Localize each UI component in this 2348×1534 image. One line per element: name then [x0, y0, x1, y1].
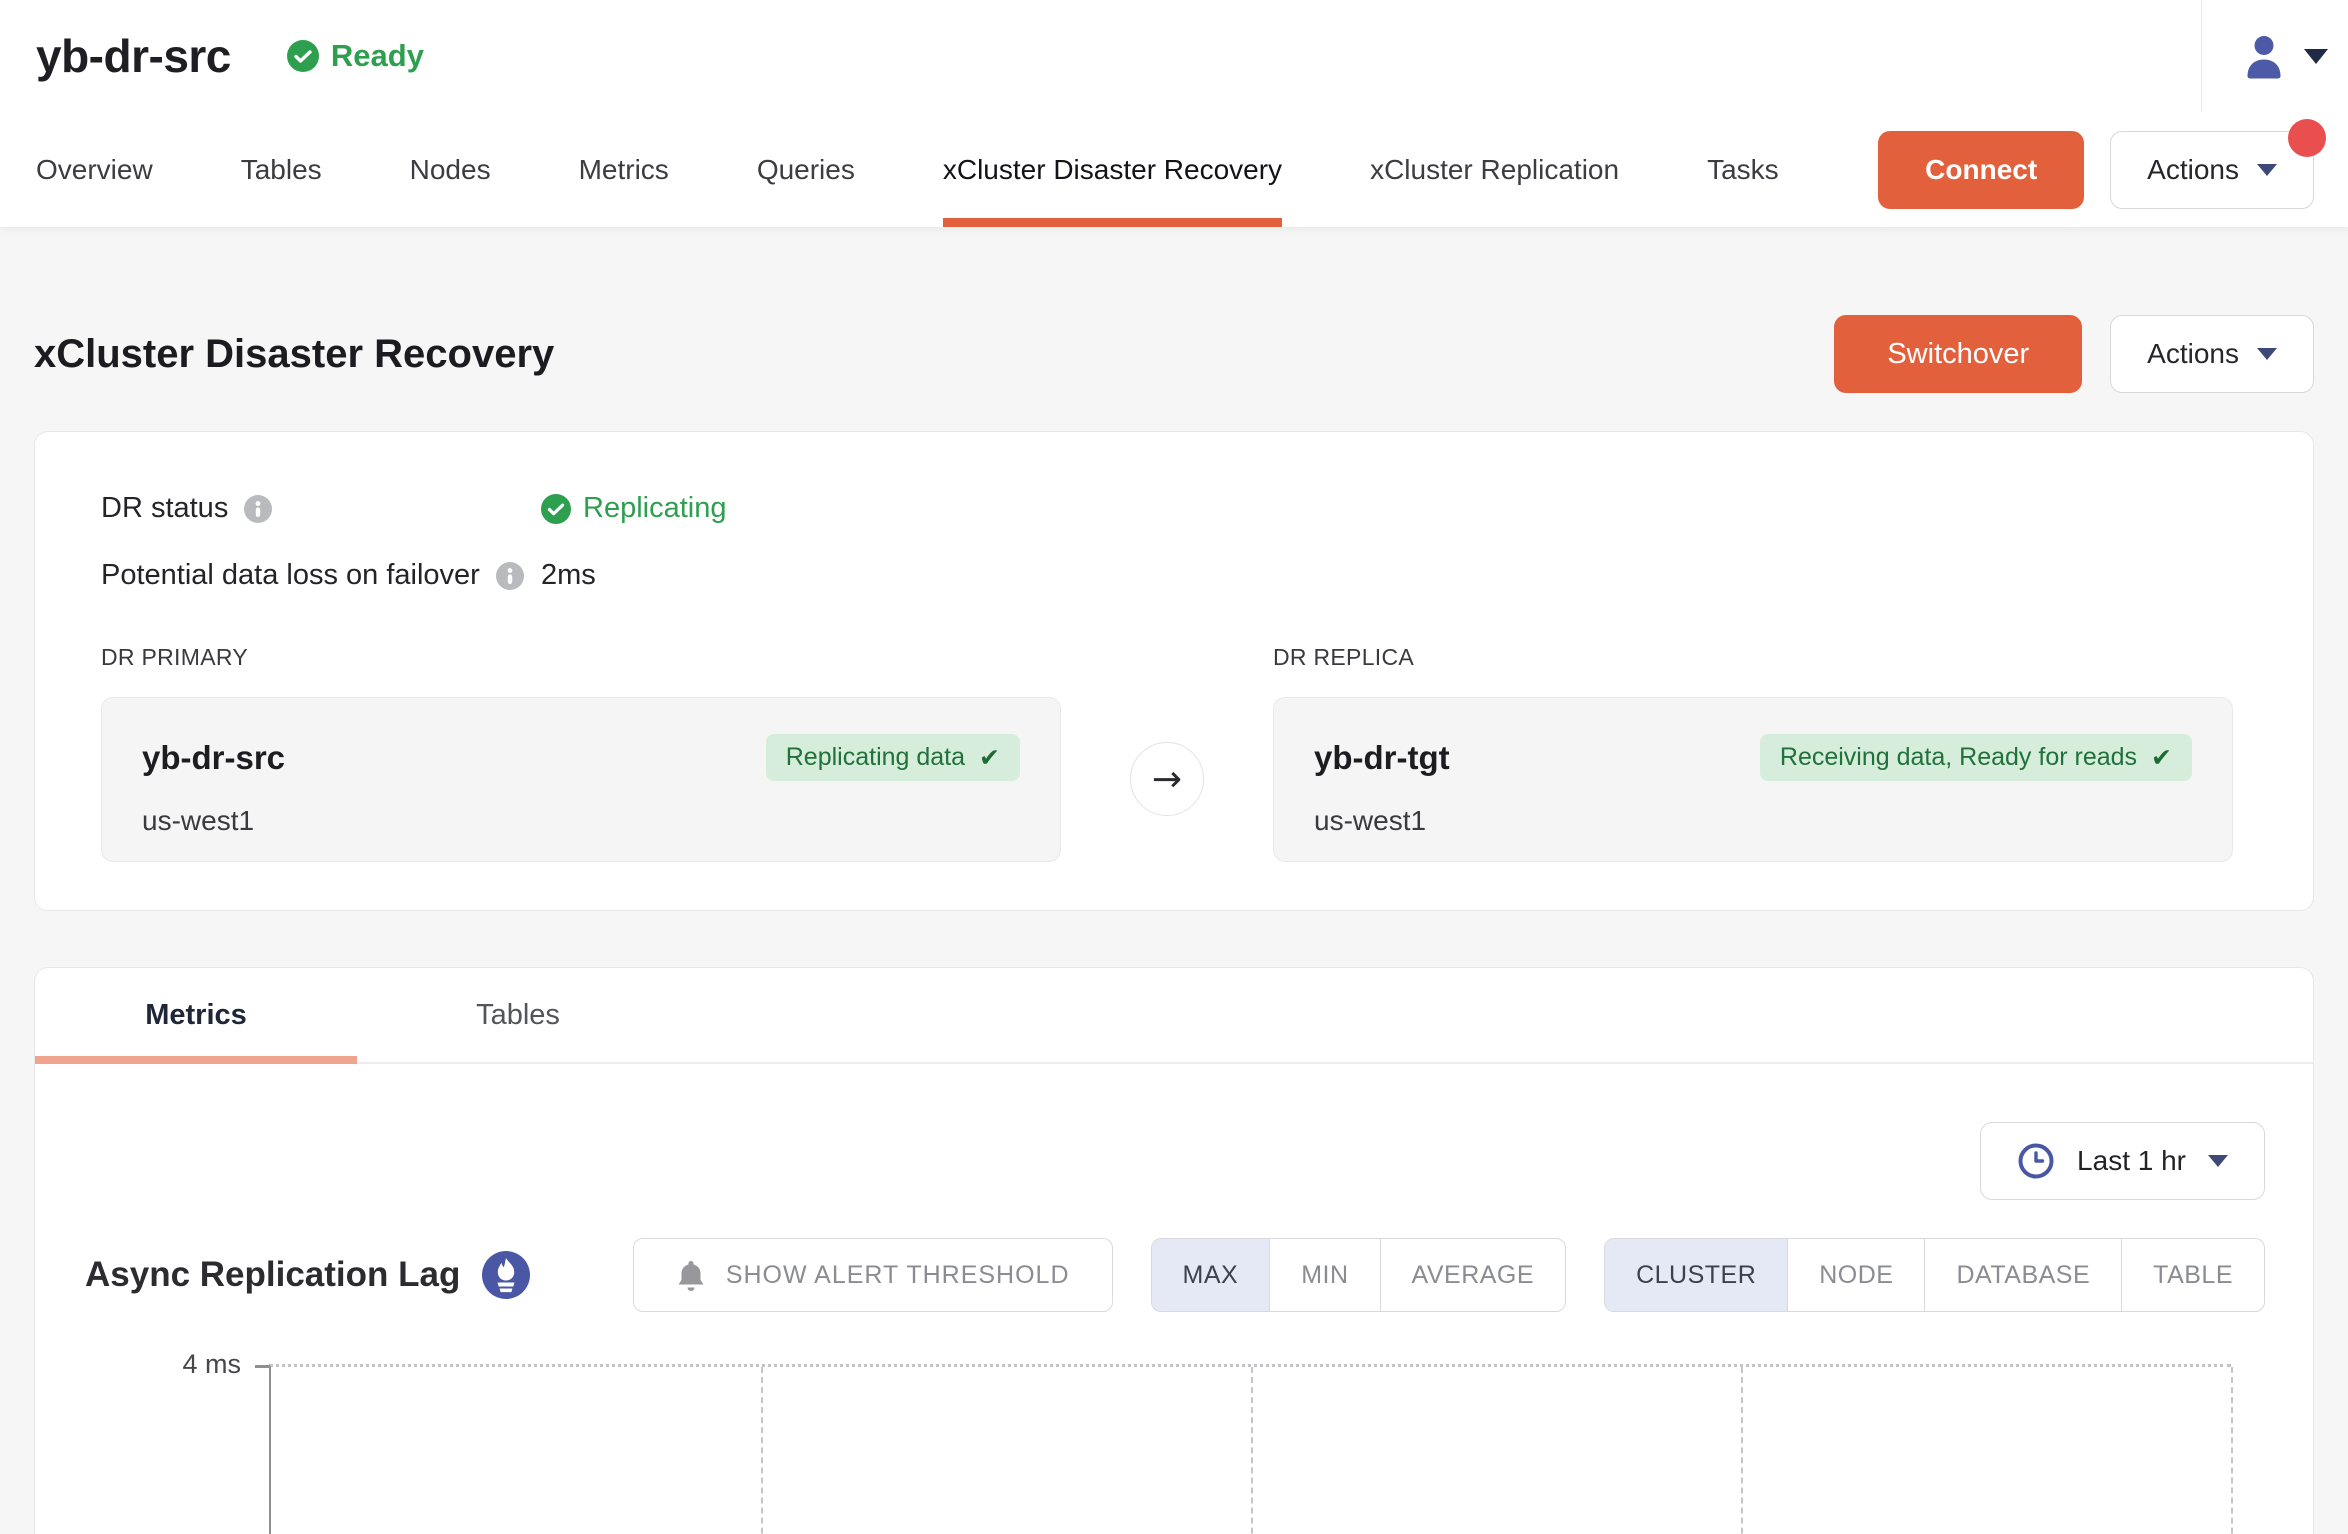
caret-down-icon [2257, 164, 2277, 176]
vertical-gridline [1741, 1367, 1743, 1534]
replication-lag-chart: 4 ms [269, 1364, 2231, 1534]
chart-header-row: Async Replication Lag SHOW ALERT THRESHO… [35, 1238, 2313, 1312]
show-alert-threshold-label: SHOW ALERT THRESHOLD [726, 1261, 1070, 1290]
nav-tab-nodes[interactable]: Nodes [410, 112, 491, 227]
aggregation-toggle-group: MAX MIN AVERAGE [1151, 1238, 1567, 1312]
vertical-gridline [761, 1367, 763, 1534]
dr-primary-status-text: Replicating data [786, 743, 965, 772]
nav-tab-metrics[interactable]: Metrics [579, 112, 669, 227]
nav-tab-xcluster-replication[interactable]: xCluster Replication [1370, 112, 1619, 227]
time-range-row: Last 1 hr [35, 1122, 2313, 1200]
aggregation-max[interactable]: MAX [1152, 1239, 1270, 1311]
user-avatar-icon [2240, 32, 2288, 80]
dr-status-card: DR status Replicating Potential data los… [34, 431, 2314, 911]
universe-actions-label: Actions [2147, 154, 2239, 186]
universe-status-label: Ready [331, 38, 424, 74]
data-loss-value: 2ms [541, 559, 596, 592]
nav-tab-overview[interactable]: Overview [36, 112, 153, 227]
y-axis-tick-mark [255, 1365, 269, 1368]
user-menu[interactable] [2201, 0, 2348, 112]
bell-icon [676, 1259, 706, 1291]
metrics-card: Metrics Tables Last 1 hr Async Replicati… [34, 967, 2314, 1534]
dr-replica-region: us-west1 [1314, 805, 2192, 837]
scope-database[interactable]: DATABASE [1924, 1239, 2121, 1311]
universe-status-badge: Ready [287, 38, 424, 74]
time-range-dropdown[interactable]: Last 1 hr [1980, 1122, 2265, 1200]
scope-cluster[interactable]: CLUSTER [1605, 1239, 1787, 1311]
page-heading-row: xCluster Disaster Recovery Switchover Ac… [34, 315, 2314, 393]
dr-actions-button[interactable]: Actions [2110, 315, 2314, 393]
tab-metrics[interactable]: Metrics [35, 968, 357, 1062]
page-title: xCluster Disaster Recovery [34, 332, 554, 377]
dr-replica-card: yb-dr-tgt Receiving data, Ready for read… [1273, 697, 2233, 862]
scope-toggle-group: CLUSTER NODE DATABASE TABLE [1604, 1238, 2265, 1312]
scope-node[interactable]: NODE [1787, 1239, 1924, 1311]
check-icon: ✔ [979, 743, 1000, 772]
time-range-label: Last 1 hr [2077, 1145, 2186, 1177]
info-icon[interactable] [496, 562, 524, 590]
y-axis-top-tick-label: 4 ms [81, 1349, 241, 1380]
dr-primary-status-pill: Replicating data ✔ [766, 734, 1020, 781]
dr-replica-status-pill: Receiving data, Ready for reads ✔ [1760, 734, 2192, 781]
dr-status-label: DR status [101, 492, 228, 525]
nav-action-buttons: Connect Actions [1878, 131, 2314, 209]
arrow-right-icon: → [1130, 742, 1204, 816]
clock-icon [2017, 1142, 2055, 1180]
dr-primary-region: us-west1 [142, 805, 1020, 837]
show-alert-threshold-button[interactable]: SHOW ALERT THRESHOLD [633, 1238, 1113, 1312]
dr-actions-label: Actions [2147, 338, 2239, 370]
nav-tab-xcluster-disaster-recovery[interactable]: xCluster Disaster Recovery [943, 112, 1282, 227]
caret-down-icon [2257, 348, 2277, 360]
dr-status-row: DR status Replicating [101, 492, 2233, 525]
top-bar: yb-dr-src Ready Overview Tables Nodes Me… [0, 0, 2348, 227]
data-loss-row: Potential data loss on failover 2ms [101, 559, 2233, 592]
nav-tab-tables[interactable]: Tables [241, 112, 322, 227]
connect-button[interactable]: Connect [1878, 131, 2084, 209]
nav-tab-queries[interactable]: Queries [757, 112, 855, 227]
universe-title: yb-dr-src [36, 29, 231, 83]
chart-title: Async Replication Lag [85, 1255, 460, 1295]
aggregation-average[interactable]: AVERAGE [1380, 1239, 1566, 1311]
info-icon[interactable] [244, 495, 272, 523]
prometheus-icon [482, 1251, 530, 1299]
dr-clusters-row: DR PRIMARY yb-dr-src Replicating data ✔ … [101, 644, 2233, 862]
universe-nav: Overview Tables Nodes Metrics Queries xC… [0, 112, 2348, 227]
metrics-sub-tabs: Metrics Tables [35, 968, 2313, 1064]
switchover-button[interactable]: Switchover [1834, 315, 2082, 393]
vertical-gridline [2231, 1367, 2233, 1534]
check-circle-icon [541, 494, 571, 524]
chart-controls: SHOW ALERT THRESHOLD MAX MIN AVERAGE CLU… [633, 1238, 2265, 1312]
notification-dot [2288, 119, 2326, 157]
nav-tab-tasks[interactable]: Tasks [1707, 112, 1779, 227]
dr-primary-role-label: DR PRIMARY [101, 644, 1061, 671]
data-loss-label: Potential data loss on failover [101, 559, 480, 592]
caret-down-icon [2208, 1155, 2228, 1167]
caret-down-icon [2304, 49, 2328, 64]
dr-primary-column: DR PRIMARY yb-dr-src Replicating data ✔ … [101, 644, 1061, 862]
dr-replica-name: yb-dr-tgt [1314, 739, 1450, 777]
aggregation-min[interactable]: MIN [1269, 1239, 1379, 1311]
dr-replica-role-label: DR REPLICA [1273, 644, 2233, 671]
dr-replica-status-text: Receiving data, Ready for reads [1780, 743, 2137, 772]
check-circle-icon [287, 40, 319, 72]
dr-replica-column: DR REPLICA yb-dr-tgt Receiving data, Rea… [1273, 644, 2233, 862]
tab-tables[interactable]: Tables [357, 968, 679, 1062]
scope-table[interactable]: TABLE [2121, 1239, 2264, 1311]
dr-primary-name: yb-dr-src [142, 739, 285, 777]
replication-direction: → [1061, 644, 1273, 862]
universe-header-row: yb-dr-src Ready [0, 0, 2348, 112]
dr-status-value: Replicating [541, 492, 726, 525]
dr-primary-card: yb-dr-src Replicating data ✔ us-west1 [101, 697, 1061, 862]
vertical-gridline [1251, 1367, 1253, 1534]
universe-actions-button[interactable]: Actions [2110, 131, 2314, 209]
dr-status-text: Replicating [583, 492, 726, 525]
check-icon: ✔ [2151, 743, 2172, 772]
